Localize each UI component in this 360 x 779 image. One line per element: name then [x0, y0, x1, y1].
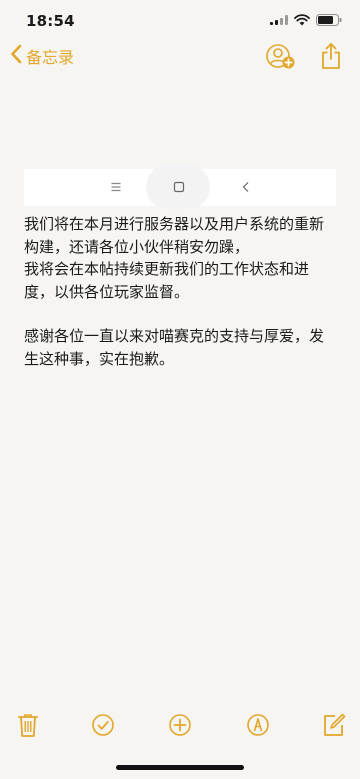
status-bar: 18:54	[0, 0, 360, 42]
trash-icon	[17, 714, 39, 742]
home-square-icon	[173, 178, 185, 200]
add-icon	[168, 714, 192, 742]
note-line: 我将会在本帖持续更新我们的工作状态和进	[24, 260, 310, 278]
note-line: 度，以供各位玩家监督。	[24, 282, 190, 301]
note-line: 感谢各位一直以来对喵赛克的支持与厚爱，发	[24, 327, 325, 345]
note-body[interactable]: 我们将在本月进行服务器以及用户系统的重新 构建，还请各位小伙伴稍安勿躁， 我将会…	[24, 213, 344, 370]
status-icons	[270, 14, 342, 26]
wifi-icon	[294, 14, 310, 26]
add-button[interactable]	[168, 712, 192, 742]
checklist-button[interactable]	[91, 712, 115, 742]
back-arrow-icon	[240, 178, 252, 200]
home-indicator[interactable]	[116, 765, 244, 770]
cellular-signal-icon	[270, 15, 288, 25]
embedded-navigation-bar-image	[24, 165, 336, 209]
delete-button[interactable]	[17, 712, 39, 742]
status-time: 18:54	[26, 12, 75, 30]
compose-icon	[322, 713, 346, 742]
back-button[interactable]: 备忘录	[10, 44, 74, 68]
person-add-icon	[266, 44, 296, 74]
share-people-button[interactable]	[266, 44, 296, 74]
note-line: 构建，还请各位小伙伴稍安勿躁，	[24, 237, 250, 256]
share-icon	[320, 43, 342, 74]
chevron-left-icon	[10, 44, 22, 68]
compose-button[interactable]	[322, 712, 346, 742]
share-button[interactable]	[320, 42, 342, 74]
battery-icon	[316, 14, 342, 26]
menu-icon	[110, 178, 122, 200]
checklist-icon	[91, 714, 115, 742]
navigation-bar: 备忘录	[0, 42, 360, 72]
back-label: 备忘录	[26, 48, 75, 67]
markup-icon	[246, 714, 270, 742]
note-line: 生这种事，实在抱歉。	[24, 349, 175, 368]
note-line: 我们将在本月进行服务器以及用户系统的重新	[24, 215, 325, 233]
markup-button[interactable]	[246, 712, 270, 742]
bottom-toolbar	[0, 712, 360, 746]
